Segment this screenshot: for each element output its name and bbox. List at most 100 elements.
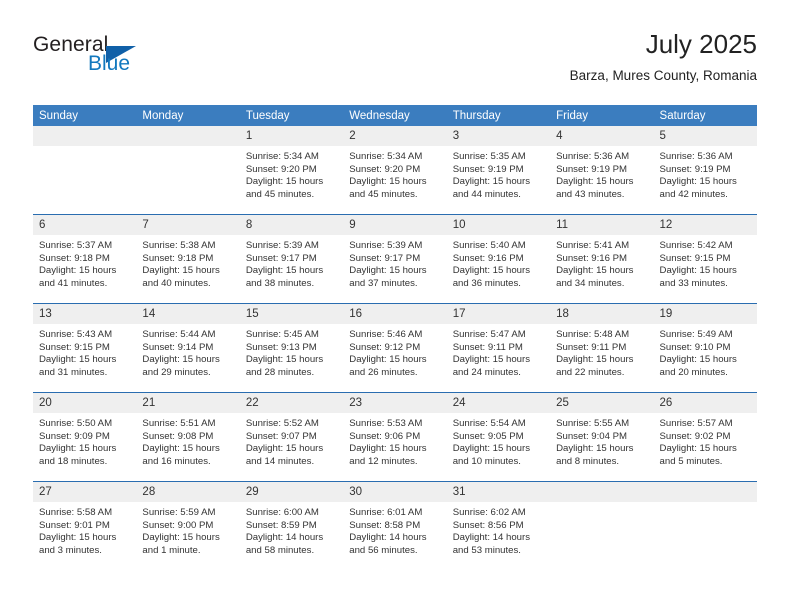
day-details: Sunrise: 5:36 AM Sunset: 9:19 PM Daylight:…: [654, 146, 757, 201]
day-details: Sunrise: 5:49 AM Sunset: 9:10 PM Daylight:…: [654, 324, 757, 379]
sunrise-text: Sunrise: 5:59 AM: [142, 507, 216, 518]
daylight-text-line1: Daylight: 15 hours: [142, 354, 220, 366]
calendar-day-cell[interactable]: 2 Sunrise: 5:34 AM Sunset: 9:20 PM Daylight…: [343, 126, 447, 215]
day-details: Sunrise: 5:46 AM Sunset: 9:12 PM Daylight:…: [343, 324, 446, 379]
sunset-text: Sunset: 9:12 PM: [349, 341, 421, 353]
sunrise-text: Sunrise: 6:02 AM: [452, 507, 526, 518]
sunrise-text: Sunrise: 5:43 AM: [39, 329, 113, 340]
calendar-day-cell[interactable]: 27 Sunrise: 5:58 AM Sunset: 9:01 PM Dayligh…: [33, 481, 137, 570]
sunset-text: Sunset: 9:17 PM: [245, 252, 317, 264]
day-details: Sunrise: 5:51 AM Sunset: 9:08 PM Daylight:…: [136, 413, 239, 468]
calendar-day-cell[interactable]: 5 Sunrise: 5:36 AM Sunset: 9:19 PM Daylight…: [653, 126, 757, 215]
daylight-text-line2: and 16 minutes.: [142, 455, 211, 467]
daylight-text-line2: and 20 minutes.: [659, 366, 728, 378]
daylight-text-line1: Daylight: 15 hours: [245, 176, 324, 188]
calendar-day-cell[interactable]: 6 Sunrise: 5:37 AM Sunset: 9:18 PM Daylight…: [33, 214, 137, 304]
daylight-text-line2: and 14 minutes.: [245, 455, 315, 467]
sunrise-text: Sunrise: 6:00 AM: [245, 507, 319, 518]
weekday-header-saturday: Saturday: [653, 105, 757, 126]
calendar-day-cell[interactable]: 26 Sunrise: 5:57 AM Sunset: 9:02 PM Dayligh…: [653, 392, 757, 482]
calendar-day-cell[interactable]: 30 Sunrise: 6:01 AM Sunset: 8:58 PM Dayligh…: [343, 481, 447, 570]
sunset-text: Sunset: 9:17 PM: [349, 252, 421, 264]
sunrise-text: Sunrise: 5:53 AM: [349, 418, 423, 429]
calendar-body: 1 Sunrise: 5:34 AM Sunset: 9:20 PM Daylight…: [33, 126, 757, 570]
calendar-day-cell[interactable]: 11 Sunrise: 5:41 AM Sunset: 9:16 PM Dayligh…: [550, 214, 654, 304]
daylight-text-line2: and 12 minutes.: [349, 455, 418, 467]
sunset-text: Sunset: 9:09 PM: [39, 430, 110, 442]
calendar-day-cell[interactable]: 17 Sunrise: 5:47 AM Sunset: 9:11 PM Dayligh…: [446, 303, 551, 393]
calendar-day-cell[interactable]: 22 Sunrise: 5:52 AM Sunset: 9:07 PM Dayligh…: [239, 392, 344, 482]
calendar-day-cell[interactable]: 31 Sunrise: 6:02 AM Sunset: 8:56 PM Dayligh…: [446, 481, 551, 570]
calendar-day-cell[interactable]: 20 Sunrise: 5:50 AM Sunset: 9:09 PM Dayligh…: [33, 392, 137, 482]
calendar-day-cell[interactable]: 1 Sunrise: 5:34 AM Sunset: 9:20 PM Daylight…: [239, 126, 344, 215]
day-details: Sunrise: 5:40 AM Sunset: 9:16 PM Daylight:…: [447, 235, 550, 290]
sunset-text: Sunset: 9:06 PM: [349, 430, 421, 442]
weekday-header-monday: Monday: [136, 105, 240, 126]
daylight-text-line1: Daylight: 15 hours: [556, 354, 634, 366]
day-number: 21: [136, 393, 240, 413]
daylight-text-line2: and 3 minutes.: [39, 544, 102, 556]
calendar-day-cell[interactable]: 24 Sunrise: 5:54 AM Sunset: 9:05 PM Dayligh…: [446, 392, 551, 482]
daylight-text-line2: and 24 minutes.: [452, 366, 521, 378]
day-number: 23: [343, 393, 447, 413]
general-blue-logo[interactable]: General Blue: [33, 33, 233, 81]
calendar-day-cell[interactable]: 28 Sunrise: 5:59 AM Sunset: 9:00 PM Dayligh…: [136, 481, 240, 570]
day-details: Sunrise: 5:58 AM Sunset: 9:01 PM Daylight:…: [33, 502, 136, 557]
title-block: July 2025 Barza, Mures County, Romania: [570, 28, 757, 86]
daylight-text-line1: Daylight: 15 hours: [452, 354, 531, 366]
calendar-day-cell[interactable]: 19 Sunrise: 5:49 AM Sunset: 9:10 PM Dayligh…: [653, 303, 757, 393]
daylight-text-line2: and 28 minutes.: [245, 366, 315, 378]
daylight-text-line1: Daylight: 15 hours: [659, 443, 737, 455]
calendar-day-cell[interactable]: 13 Sunrise: 5:43 AM Sunset: 9:15 PM Dayligh…: [33, 303, 137, 393]
sunrise-text: Sunrise: 5:51 AM: [142, 418, 216, 429]
calendar-day-cell[interactable]: 7 Sunrise: 5:38 AM Sunset: 9:18 PM Daylight…: [136, 214, 240, 304]
day-number: [136, 126, 240, 146]
daylight-text-line1: Daylight: 15 hours: [39, 532, 117, 544]
weekday-header-tuesday: Tuesday: [239, 105, 344, 126]
daylight-text-line1: Daylight: 15 hours: [349, 265, 427, 277]
sunrise-text: Sunrise: 5:36 AM: [659, 151, 733, 162]
sunset-text: Sunset: 8:58 PM: [349, 519, 421, 531]
sunset-text: Sunset: 9:20 PM: [349, 163, 421, 175]
sunrise-text: Sunrise: 5:54 AM: [452, 418, 526, 429]
day-details: Sunrise: 5:41 AM Sunset: 9:16 PM Daylight:…: [550, 235, 653, 290]
day-number: 28: [136, 482, 240, 502]
sunrise-text: Sunrise: 5:35 AM: [452, 151, 526, 162]
calendar-day-cell[interactable]: 29 Sunrise: 6:00 AM Sunset: 8:59 PM Dayligh…: [239, 481, 344, 570]
daylight-text-line2: and 36 minutes.: [452, 277, 521, 289]
calendar-day-cell[interactable]: 8 Sunrise: 5:39 AM Sunset: 9:17 PM Daylight…: [239, 214, 344, 304]
day-number: 3: [446, 126, 551, 146]
calendar-grid: Sunday Monday Tuesday Wednesday Thursday…: [33, 105, 757, 570]
daylight-text-line2: and 26 minutes.: [349, 366, 418, 378]
sunrise-text: Sunrise: 5:44 AM: [142, 329, 216, 340]
daylight-text-line1: Daylight: 15 hours: [142, 265, 220, 277]
daylight-text-line1: Daylight: 15 hours: [349, 354, 427, 366]
calendar-day-cell[interactable]: 25 Sunrise: 5:55 AM Sunset: 9:04 PM Dayligh…: [550, 392, 654, 482]
calendar-day-cell[interactable]: 10 Sunrise: 5:40 AM Sunset: 9:16 PM Dayligh…: [446, 214, 551, 304]
daylight-text-line1: Daylight: 15 hours: [659, 354, 737, 366]
sunrise-text: Sunrise: 6:01 AM: [349, 507, 423, 518]
calendar-day-cell[interactable]: 9 Sunrise: 5:39 AM Sunset: 9:17 PM Daylight…: [343, 214, 447, 304]
day-number: 25: [550, 393, 654, 413]
day-number: 16: [343, 304, 447, 324]
calendar-day-cell[interactable]: 12 Sunrise: 5:42 AM Sunset: 9:15 PM Dayligh…: [653, 214, 757, 304]
daylight-text-line1: Daylight: 15 hours: [245, 354, 324, 366]
calendar-day-cell[interactable]: 21 Sunrise: 5:51 AM Sunset: 9:08 PM Dayligh…: [136, 392, 240, 482]
sunset-text: Sunset: 9:00 PM: [142, 519, 214, 531]
sunset-text: Sunset: 9:16 PM: [556, 252, 628, 264]
calendar-day-cell[interactable]: 23 Sunrise: 5:53 AM Sunset: 9:06 PM Dayligh…: [343, 392, 447, 482]
sunset-text: Sunset: 9:11 PM: [452, 341, 523, 353]
calendar-day-cell[interactable]: 18 Sunrise: 5:48 AM Sunset: 9:11 PM Dayligh…: [550, 303, 654, 393]
day-number: 29: [239, 482, 344, 502]
calendar-day-cell[interactable]: 16 Sunrise: 5:46 AM Sunset: 9:12 PM Dayligh…: [343, 303, 447, 393]
sunrise-text: Sunrise: 5:41 AM: [556, 240, 630, 251]
calendar-day-cell[interactable]: 15 Sunrise: 5:45 AM Sunset: 9:13 PM Dayligh…: [239, 303, 344, 393]
daylight-text-line1: Daylight: 15 hours: [556, 176, 634, 188]
sunrise-text: Sunrise: 5:49 AM: [659, 329, 733, 340]
sunrise-text: Sunrise: 5:40 AM: [452, 240, 526, 251]
calendar-day-cell[interactable]: 3 Sunrise: 5:35 AM Sunset: 9:19 PM Daylight…: [446, 126, 551, 215]
day-details: Sunrise: 5:50 AM Sunset: 9:09 PM Daylight:…: [33, 413, 136, 468]
calendar-day-cell[interactable]: 14 Sunrise: 5:44 AM Sunset: 9:14 PM Dayligh…: [136, 303, 240, 393]
daylight-text-line2: and 37 minutes.: [349, 277, 418, 289]
calendar-day-cell[interactable]: 4 Sunrise: 5:36 AM Sunset: 9:19 PM Daylight…: [550, 126, 654, 215]
